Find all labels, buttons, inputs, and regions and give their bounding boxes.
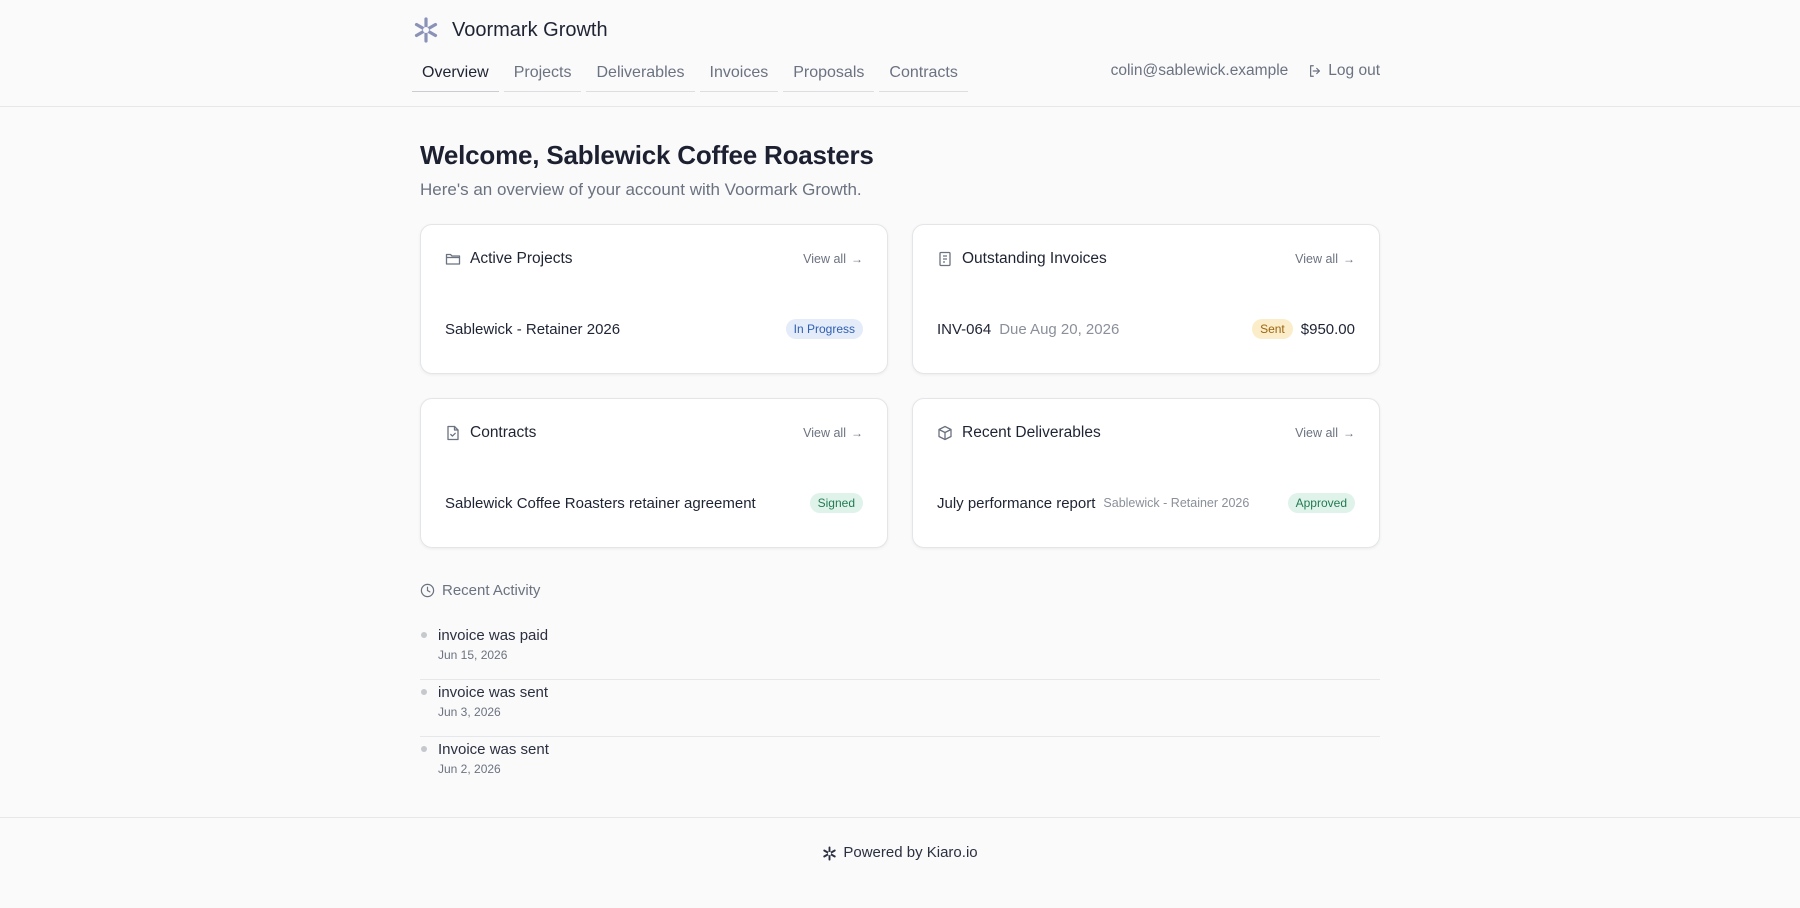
recent-deliverables-card: Recent Deliverables View all → July perf…	[912, 398, 1380, 548]
contract-name: Sablewick Coffee Roasters retainer agree…	[445, 494, 756, 512]
asterisk-icon	[823, 846, 837, 861]
document-check-icon	[447, 425, 459, 441]
view-all-label: View all	[1295, 252, 1338, 266]
arrow-right-icon: →	[851, 252, 863, 266]
page-title: Welcome, Sablewick Coffee Roasters	[420, 140, 874, 170]
invoice-due-date: Due Aug 20, 2026	[999, 320, 1120, 338]
top-header: Voormark Growth Overview Projects Delive…	[0, 0, 1800, 107]
nav-overview[interactable]: Overview	[412, 58, 499, 92]
nav-invoices[interactable]: Invoices	[699, 58, 779, 92]
arrow-right-icon: →	[1343, 426, 1355, 440]
activity-text: invoice was sent	[438, 684, 549, 701]
contracts-card: Contracts View all → Sablewick Coffee Ro…	[420, 398, 888, 548]
view-all-label: View all	[803, 426, 846, 440]
card-title: Outstanding Invoices	[962, 250, 1107, 267]
user-area: colin@sablewick.example Log out	[1111, 62, 1380, 80]
user-email: colin@sablewick.example	[1110, 62, 1289, 79]
active-projects-card: Active Projects View all → Sablewick - R…	[420, 224, 888, 374]
bullet-dot	[421, 746, 427, 752]
footer: Powered by Kiaro.io	[0, 817, 1800, 908]
status-badge: Signed	[809, 493, 863, 513]
brand[interactable]: Voormark Growth	[413, 16, 608, 44]
package-icon	[938, 425, 952, 441]
activity-date: Jun 2, 2026	[438, 762, 501, 776]
activity-date: Jun 3, 2026	[438, 705, 501, 719]
deliverable-row[interactable]: July performance report Sablewick - Reta…	[937, 492, 1355, 514]
card-title: Active Projects	[470, 250, 573, 267]
view-all-deliverables-link[interactable]: View all →	[1295, 426, 1355, 440]
list-item: Invoice was sent Jun 2, 2026	[420, 737, 1380, 794]
nav-contracts[interactable]: Contracts	[879, 58, 968, 92]
list-item: invoice was paid Jun 15, 2026	[420, 623, 1380, 680]
activity-date: Jun 15, 2026	[438, 648, 508, 662]
view-all-label: View all	[1295, 426, 1338, 440]
folder-icon	[445, 253, 461, 265]
arrow-right-icon: →	[851, 426, 863, 440]
view-all-projects-link[interactable]: View all →	[803, 252, 863, 266]
bullet-dot	[421, 632, 427, 638]
page-subtitle: Here's an overview of your account with …	[420, 180, 862, 199]
logout-button[interactable]: Log out	[1308, 62, 1380, 80]
deliverable-project: Sablewick - Retainer 2026	[1103, 496, 1250, 510]
activity-title: Recent Activity	[442, 582, 541, 599]
logout-icon	[1310, 65, 1321, 77]
activity-text: invoice was paid	[438, 627, 549, 644]
view-all-label: View all	[803, 252, 846, 266]
clock-icon	[420, 583, 435, 598]
nav-deliverables[interactable]: Deliverables	[586, 58, 695, 92]
nav-projects[interactable]: Projects	[503, 58, 582, 92]
main-content: Welcome, Sablewick Coffee Roasters Here'…	[420, 140, 1380, 776]
nav-proposals[interactable]: Proposals	[783, 58, 875, 92]
asterisk-logo-icon	[414, 17, 438, 43]
outstanding-invoices-card: Outstanding Invoices View all → INV-064 …	[912, 224, 1380, 374]
view-all-contracts-link[interactable]: View all →	[803, 426, 863, 440]
recent-activity: Recent Activity invoice was paid Jun 15,…	[420, 582, 1380, 794]
deliverable-name: July performance report	[937, 494, 1096, 512]
view-all-invoices-link[interactable]: View all →	[1295, 252, 1355, 266]
status-badge: Approved	[1287, 493, 1355, 513]
project-name: Sablewick - Retainer 2026	[445, 320, 621, 338]
invoice-number: INV-064	[937, 320, 992, 338]
bullet-dot	[421, 689, 427, 695]
activity-header: Recent Activity	[420, 582, 1380, 599]
status-badge: In Progress	[785, 319, 863, 339]
card-title: Contracts	[470, 424, 537, 441]
list-item: invoice was sent Jun 3, 2026	[420, 680, 1380, 737]
receipt-icon	[939, 251, 951, 267]
powered-by-link[interactable]: Powered by Kiaro.io	[843, 844, 977, 861]
invoice-amount: $950.00	[1300, 320, 1355, 338]
activity-list: invoice was paid Jun 15, 2026 invoice wa…	[420, 623, 1380, 794]
contract-row[interactable]: Sablewick Coffee Roasters retainer agree…	[445, 492, 863, 514]
card-title: Recent Deliverables	[962, 424, 1101, 441]
activity-text: Invoice was sent	[438, 741, 549, 758]
invoice-row[interactable]: INV-064 Due Aug 20, 2026 Sent $950.00	[937, 318, 1355, 340]
project-row[interactable]: Sablewick - Retainer 2026 In Progress	[445, 318, 863, 340]
logout-label: Log out	[1328, 62, 1380, 79]
arrow-right-icon: →	[1343, 252, 1355, 266]
main-nav: Overview Projects Deliverables Invoices …	[412, 58, 973, 92]
status-badge: Sent	[1252, 319, 1293, 339]
brand-name: Voormark Growth	[452, 18, 608, 41]
